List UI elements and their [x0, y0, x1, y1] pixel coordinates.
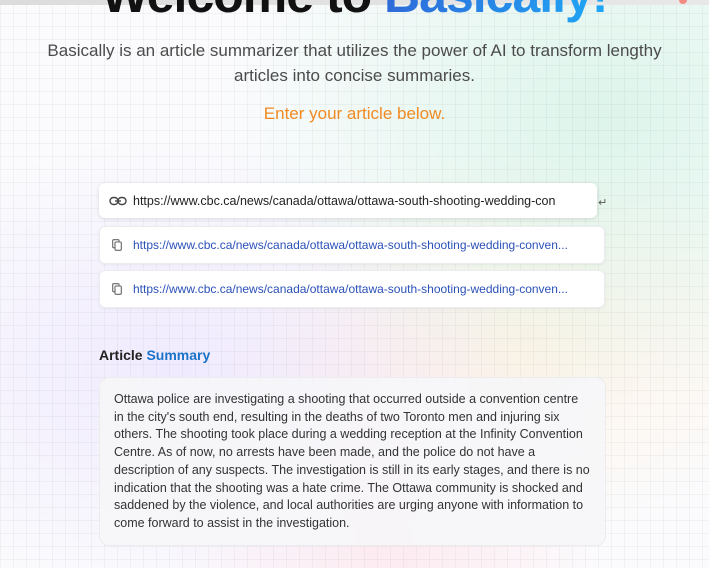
copy-icon[interactable] — [112, 239, 122, 251]
link-icon — [109, 195, 127, 207]
enter-icon[interactable]: ↵ — [598, 196, 607, 209]
history-item[interactable]: https://www.cbc.ca/news/canada/ottawa/ot… — [99, 226, 605, 264]
summary-heading: Article Summary — [99, 347, 210, 363]
page-title-part1: Welcome to — [101, 0, 372, 23]
url-form — [99, 183, 597, 218]
page-description: Basically is an article summarizer that … — [47, 41, 662, 85]
copy-icon[interactable] — [112, 283, 122, 295]
history-item[interactable]: https://www.cbc.ca/news/canada/ottawa/ot… — [99, 270, 605, 308]
summary-heading-accent: Summary — [146, 347, 211, 363]
history-url[interactable]: https://www.cbc.ca/news/canada/ottawa/ot… — [133, 238, 568, 252]
cta-text: Enter your article below. — [263, 104, 446, 123]
summary-text: Ottawa police are investigating a shooti… — [114, 392, 590, 530]
page-title-part2: Basically! — [384, 0, 608, 23]
page-title: Welcome to Basically! — [0, 0, 709, 20]
url-input[interactable] — [133, 190, 555, 211]
summary-box: Ottawa police are investigating a shooti… — [99, 377, 606, 546]
summary-heading-prefix: Article — [99, 347, 143, 363]
history-url[interactable]: https://www.cbc.ca/news/canada/ottawa/ot… — [133, 282, 568, 296]
